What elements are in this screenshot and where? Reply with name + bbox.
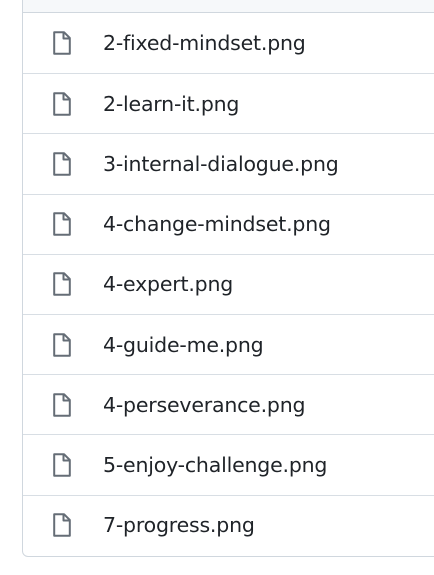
file-name-link[interactable]: 2-learn-it.png bbox=[103, 92, 239, 116]
file-row[interactable]: 7-progress.png bbox=[23, 494, 434, 555]
file-row[interactable]: 2-fixed-mindset.png bbox=[23, 13, 434, 73]
file-name-link[interactable]: 2-fixed-mindset.png bbox=[103, 31, 306, 55]
file-icon bbox=[53, 212, 71, 236]
file-icon bbox=[53, 453, 71, 477]
file-name-link[interactable]: 4-expert.png bbox=[103, 272, 233, 296]
file-icon bbox=[53, 152, 71, 176]
file-list: 2-fixed-mindset.png 2-learn-it.png 3-int… bbox=[22, 0, 434, 557]
file-icon bbox=[53, 332, 71, 357]
file-row[interactable]: 4-change-mindset.png bbox=[23, 193, 434, 254]
file-name-link[interactable]: 4-perseverance.png bbox=[103, 393, 306, 417]
file-row[interactable]: 5-enjoy-challenge.png bbox=[23, 434, 434, 494]
file-name-link[interactable]: 4-guide-me.png bbox=[103, 333, 264, 357]
file-name-link[interactable]: 3-internal-dialogue.png bbox=[103, 152, 339, 176]
file-name-link[interactable]: 4-change-mindset.png bbox=[103, 212, 331, 236]
file-icon bbox=[53, 272, 71, 297]
file-row[interactable]: 3-internal-dialogue.png bbox=[23, 133, 434, 193]
file-list-header bbox=[23, 0, 434, 13]
file-row[interactable]: 4-guide-me.png bbox=[23, 313, 434, 374]
file-icon bbox=[53, 31, 71, 55]
file-row[interactable]: 2-learn-it.png bbox=[23, 73, 434, 133]
file-name-link[interactable]: 7-progress.png bbox=[103, 513, 255, 537]
file-row[interactable]: 4-perseverance.png bbox=[23, 374, 434, 434]
file-icon bbox=[53, 91, 71, 116]
file-name-link[interactable]: 5-enjoy-challenge.png bbox=[103, 453, 327, 477]
file-icon bbox=[53, 392, 71, 417]
file-row[interactable]: 4-expert.png bbox=[23, 253, 434, 314]
file-icon bbox=[53, 513, 71, 537]
